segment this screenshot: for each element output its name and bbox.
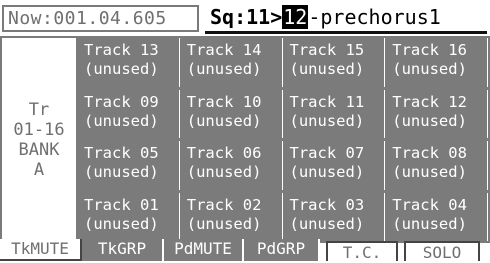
track-name: Track 16	[392, 41, 467, 59]
track-status: (unused)	[289, 214, 365, 233]
track-name: Track 08	[392, 144, 467, 162]
track-pad[interactable]: Track 02 (unused)	[182, 192, 283, 241]
tab-solo[interactable]: SOLO	[404, 241, 480, 262]
track-name: Track 13	[84, 41, 159, 59]
track-pad[interactable]: Track 12 (unused)	[388, 89, 488, 138]
track-pad[interactable]: Track 06 (unused)	[182, 141, 283, 190]
track-bank-indicator[interactable]: Tr 01-16 BANK A	[0, 36, 78, 243]
track-pad[interactable]: Track 09 (unused)	[80, 89, 180, 138]
tab-tkgrp[interactable]: TkGRP	[82, 239, 164, 261]
track-pad[interactable]: Track 11 (unused)	[285, 89, 386, 138]
soft-key-bar: TkMUTE TkGRP PdMUTE PdGRP T.C. SOLO	[0, 236, 490, 262]
track-status: (unused)	[84, 163, 159, 181]
track-pad[interactable]: Track 04 (unused)	[388, 192, 488, 241]
track-status: (unused)	[392, 60, 467, 78]
track-name: Track 01	[84, 195, 159, 214]
track-pad[interactable]: Track 05 (unused)	[80, 141, 180, 190]
tab-pdmute[interactable]: PdMUTE	[164, 239, 244, 261]
track-status: (unused)	[289, 163, 365, 181]
track-pad[interactable]: Track 16 (unused)	[388, 38, 488, 87]
sequence-number[interactable]: 12	[282, 5, 309, 29]
track-mute-screen: Now:001.04.605 Sq:11>12-prechorus1 Tr 01…	[0, 0, 490, 262]
sequence-selector[interactable]: Sq:11>12-prechorus1	[205, 4, 487, 34]
track-name: Track 09	[84, 92, 159, 111]
track-name: Track 15	[289, 41, 365, 59]
track-pad[interactable]: Track 01 (unused)	[80, 192, 180, 241]
track-status: (unused)	[289, 111, 365, 130]
tab-tc[interactable]: T.C.	[326, 241, 398, 262]
track-status: (unused)	[84, 214, 159, 233]
track-name: Track 11	[289, 92, 365, 111]
track-bank-label: Tr 01-16 BANK A	[13, 99, 65, 180]
track-name: Track 07	[289, 144, 365, 162]
track-grid: Track 13 (unused) Track 14 (unused) Track …	[80, 38, 488, 241]
track-status: (unused)	[392, 163, 467, 181]
track-pad[interactable]: Track 14 (unused)	[182, 38, 283, 87]
track-pad[interactable]: Track 15 (unused)	[285, 38, 386, 87]
tab-tkmute[interactable]: TkMUTE	[0, 239, 82, 261]
track-pad[interactable]: Track 03 (unused)	[285, 192, 386, 241]
track-status: (unused)	[392, 111, 467, 130]
track-status: (unused)	[392, 214, 467, 233]
track-pad[interactable]: Track 07 (unused)	[285, 141, 386, 190]
track-pad[interactable]: Track 13 (unused)	[80, 38, 180, 87]
track-name: Track 06	[186, 144, 262, 162]
tab-pdgrp[interactable]: PdGRP	[244, 239, 320, 261]
track-name: Track 04	[392, 195, 467, 214]
track-pad[interactable]: Track 08 (unused)	[388, 141, 488, 190]
track-name: Track 10	[186, 92, 262, 111]
now-position-label: Now:001.04.605	[8, 8, 167, 29]
sequence-prefix: Sq:11>	[210, 5, 283, 29]
track-status: (unused)	[186, 60, 262, 78]
sequence-name: -prechorus1	[308, 5, 441, 29]
now-position-display: Now:001.04.605	[2, 5, 199, 32]
track-status: (unused)	[84, 111, 159, 130]
track-pad[interactable]: Track 10 (unused)	[182, 89, 283, 138]
track-status: (unused)	[186, 111, 262, 130]
track-name: Track 03	[289, 195, 365, 214]
track-name: Track 12	[392, 92, 467, 111]
track-name: Track 02	[186, 195, 262, 214]
track-status: (unused)	[289, 60, 365, 78]
track-status: (unused)	[84, 60, 159, 78]
track-name: Track 14	[186, 41, 262, 59]
track-status: (unused)	[186, 214, 262, 233]
track-name: Track 05	[84, 144, 159, 162]
track-status: (unused)	[186, 163, 262, 181]
